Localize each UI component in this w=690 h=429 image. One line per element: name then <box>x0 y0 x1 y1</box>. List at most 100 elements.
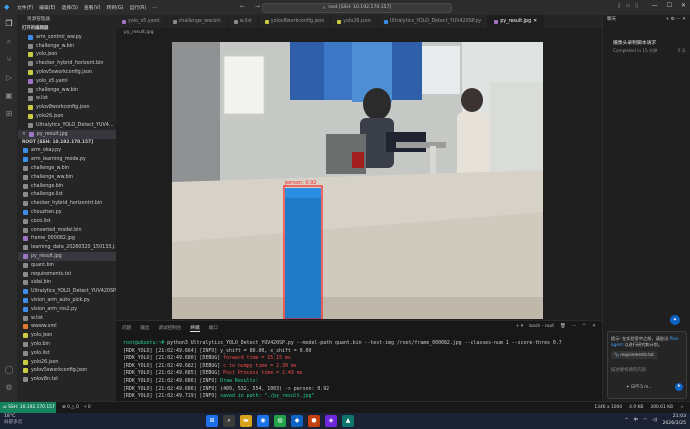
breadcrumb[interactable]: py_result.jpg <box>116 28 602 38</box>
open-editors-header[interactable]: 打开的编辑器 <box>18 25 116 33</box>
open-editor-item[interactable]: ✕ py_result.jpg <box>18 129 116 139</box>
search-icon[interactable]: ⌕ <box>223 415 235 427</box>
file-tree-item[interactable]: yolo26.json <box>18 358 116 367</box>
gear-icon[interactable]: ⚙ <box>4 383 14 393</box>
breadcrumb-file[interactable]: py_result.jpg <box>124 30 154 35</box>
nav-back-forward-icon[interactable]: ← → <box>240 3 264 10</box>
close-icon[interactable]: ✕ <box>681 2 686 9</box>
command-center[interactable]: ⌕ root [SSH: 10.192.170.157] <box>262 2 452 13</box>
panel-tab[interactable]: 端口 <box>209 325 218 332</box>
file-tree-item[interactable]: yolo.json <box>18 331 116 340</box>
weather-widget[interactable]: 18°C 局部多云 <box>4 414 22 426</box>
input-language[interactable]: 中 <box>633 414 638 428</box>
trash-icon[interactable]: 🗑 <box>560 324 566 329</box>
menu-view[interactable]: 查看(V) <box>81 4 104 11</box>
run-debug-icon[interactable]: ▷ <box>4 73 14 83</box>
file-tree-item[interactable]: checker_hybrid_horizontrt.bin <box>18 199 116 208</box>
editor-tab[interactable]: yolov8workconfig.json <box>259 15 332 28</box>
tray-chevron-icon[interactable]: ^ <box>625 414 629 428</box>
file-tree-item[interactable]: sidai.bin <box>18 279 116 288</box>
account-icon[interactable]: ◯ <box>4 365 14 375</box>
browser-icon[interactable]: ◉ <box>257 415 269 427</box>
minimize-icon[interactable]: — <box>652 2 658 9</box>
image-dimensions[interactable]: 1346 x 1000 <box>594 402 622 413</box>
file-explorer-icon[interactable]: ▬ <box>240 415 252 427</box>
problems-status[interactable]: ⊗ 0 △ 0 <box>62 402 79 413</box>
close-panel-icon[interactable]: ✕ <box>592 324 596 329</box>
editor-tab[interactable]: yolo_x5.yaml <box>116 15 167 28</box>
chat-float-button[interactable]: ✦ <box>670 315 680 325</box>
editor-tab[interactable]: yolo26.json <box>331 15 378 28</box>
close-editor-icon[interactable]: ✕ <box>22 132 26 137</box>
file-tree-item[interactable]: arm_okay.py <box>18 147 116 156</box>
file-tree-item[interactable]: yolo.bin <box>18 340 116 349</box>
file-tree-item[interactable]: challenge.bin <box>18 182 116 191</box>
source-control-icon[interactable]: ⑂ <box>4 55 14 65</box>
wifi-icon[interactable]: ◠ <box>643 414 647 428</box>
open-editor-item[interactable]: challenge_ww.bin <box>18 86 116 95</box>
search-icon[interactable]: ⌕ <box>4 37 14 47</box>
app-icon-2[interactable]: ◈ <box>325 415 337 427</box>
file-tree-item[interactable]: learning_data_20260320_150133.j... <box>18 243 116 252</box>
editor-tab[interactable]: challenge_ww.bin <box>167 15 228 28</box>
file-tree-item[interactable]: challenge_w.bin <box>18 164 116 173</box>
more-icon[interactable]: ··· <box>572 324 576 329</box>
terminal-name[interactable]: bash - root <box>529 324 554 329</box>
model-picker[interactable]: ✦ GPT-5 m... <box>626 384 652 389</box>
editor-tab[interactable]: Ultralytics_YOLO_Detect_YUV420SP.py <box>378 15 489 28</box>
open-editor-item[interactable]: yolo.json <box>18 51 116 60</box>
open-editor-item[interactable]: yolo_x5.yaml <box>18 77 116 86</box>
menu-run[interactable]: 运行(R) <box>127 4 150 11</box>
maximize-panel-icon[interactable]: ^ <box>582 324 586 329</box>
explorer-icon[interactable]: ❐ <box>4 19 14 29</box>
vscode-icon[interactable]: ◆ <box>291 415 303 427</box>
chat-actions-icon[interactable]: + ⚙ ··· ✕ <box>665 15 686 25</box>
open-editor-item[interactable]: challenge_w.bin <box>18 42 116 51</box>
file-tree-item[interactable]: quant.bin <box>18 261 116 270</box>
file-tree-item[interactable]: chouzhen.py <box>18 208 116 217</box>
volume-icon[interactable]: ◁) <box>652 414 657 428</box>
app-icon[interactable]: ● <box>308 415 320 427</box>
file-tree-item[interactable]: yolov8n.txt <box>18 375 116 384</box>
open-editor-item[interactable]: w.list <box>18 95 116 104</box>
new-terminal-icon[interactable]: + ▾ <box>516 324 524 329</box>
file-tree-item[interactable]: challenge_ww.bin <box>18 173 116 182</box>
context-file-chip[interactable]: 📎 requirements.txt <box>611 351 657 359</box>
open-editor-item[interactable]: yolov5sworkconfig.json <box>18 68 116 77</box>
file-tree-item[interactable]: frame_000082.jpg <box>18 235 116 244</box>
panel-tab[interactable]: 问题 <box>122 325 131 332</box>
panel-tab[interactable]: 输出 <box>140 325 149 332</box>
panel-tab[interactable]: 调试控制台 <box>158 325 181 332</box>
toggle-panel-icon[interactable]: ▭ <box>626 3 631 9</box>
remote-explorer-icon[interactable]: ▣ <box>4 91 14 101</box>
toggle-secondary-icon[interactable]: ▯ <box>635 3 638 9</box>
file-tree-item[interactable]: w.list <box>18 314 116 323</box>
windows-start-icon[interactable]: ⊞ <box>206 415 218 427</box>
send-button[interactable]: ➤ <box>675 383 683 391</box>
file-tree-item[interactable]: requirements.txt <box>18 270 116 279</box>
editor-tab[interactable]: py_result.jpg ✕ <box>488 15 545 28</box>
ports-status[interactable]: ⑂ 0 <box>84 402 91 413</box>
workspace-root-header[interactable]: ROOT [SSH: 10.192.170.157] <box>18 139 116 147</box>
extensions-icon[interactable]: ⊞ <box>4 109 14 119</box>
open-editor-item[interactable]: Ultralytics_YOLO_Detect_YUV4... <box>18 121 116 130</box>
file-tree-item[interactable]: py_result.jpg <box>18 252 116 261</box>
panel-tab[interactable]: 终端 <box>190 325 200 332</box>
open-editor-item[interactable]: yolov8workconfig.json <box>18 103 116 112</box>
open-editor-item[interactable]: arm_control_ww.py <box>18 33 116 42</box>
notifications-icon[interactable]: ☆ <box>680 402 684 413</box>
file-tree-item[interactable]: challenge.list <box>18 191 116 200</box>
file-tree-item[interactable]: Ultralytics_YOLO_Detect_YUV420SP.py <box>18 287 116 296</box>
toggle-sidebar-icon[interactable]: ▯ <box>618 3 621 9</box>
chat-input-placeholder[interactable]: 描述要构建的内容 <box>611 367 646 373</box>
menu-more[interactable]: … <box>149 5 160 10</box>
wechat-icon[interactable]: ◍ <box>274 415 286 427</box>
file-tree-item[interactable]: converted_model.bin <box>18 226 116 235</box>
open-editor-item[interactable]: checker_hybrid_horizont.bin <box>18 59 116 68</box>
clock[interactable]: 21:03 2026/3/25 <box>662 414 686 428</box>
app-icon-3[interactable]: ▲ <box>342 415 354 427</box>
maximize-icon[interactable]: ☐ <box>667 2 672 9</box>
menu-go[interactable]: 转到(G) <box>104 4 127 11</box>
menu-select[interactable]: 选择(S) <box>58 4 80 11</box>
editor-tab[interactable]: w.list <box>228 15 259 28</box>
